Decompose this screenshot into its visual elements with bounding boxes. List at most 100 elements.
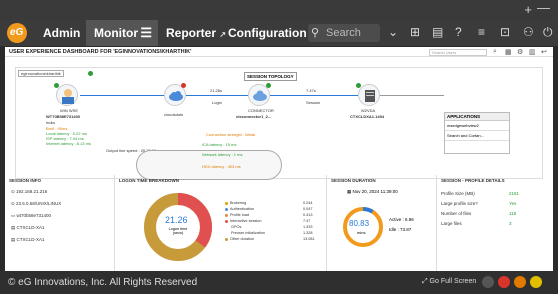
session-info-row: ⊙ 192.168.21.216 bbox=[11, 189, 47, 195]
export-icon[interactable]: ▦ bbox=[505, 48, 512, 56]
session-start: ▦ Nov 20, 2024 11:39:00 bbox=[347, 189, 398, 195]
critical-alert-icon[interactable] bbox=[498, 276, 510, 288]
legend-dot bbox=[225, 207, 228, 211]
global-search-input[interactable]: ⚲ Search bbox=[308, 24, 380, 42]
sitemap-icon[interactable]: ⊞ bbox=[410, 25, 420, 39]
application-item[interactable]: msedgewebview2 bbox=[445, 121, 509, 131]
profile-value: Yes bbox=[509, 201, 517, 206]
grid-icon[interactable]: ⊡ bbox=[500, 25, 510, 39]
chevron-down-icon[interactable]: ⌄ bbox=[388, 25, 398, 39]
session-info-panel: SESSION INFO ⊙ 192.168.21.216 ⊙ 23.5.0.5… bbox=[5, 175, 115, 271]
minor-alert-icon[interactable] bbox=[530, 276, 542, 288]
connector-name[interactable]: ctxconnector1_2... bbox=[236, 114, 271, 119]
vda-node-icon[interactable] bbox=[358, 84, 380, 106]
connection-line bbox=[80, 95, 164, 96]
topology-title: SESSION TOPOLOGY bbox=[244, 72, 297, 81]
legend-label: Brokering bbox=[230, 201, 247, 205]
profile-value: 118 bbox=[509, 211, 517, 216]
menu-icon[interactable]: ☰ bbox=[140, 20, 152, 46]
user-icon[interactable]: ⚇ bbox=[523, 25, 534, 39]
profile-row: Profile Size (MB) 2181 bbox=[441, 191, 533, 196]
session-info-value: 192.168.21.216 bbox=[16, 189, 48, 194]
session-info-value: CTXCLD-XA1 bbox=[16, 225, 45, 230]
profile-details-panel: SESSION - PROFILE DETAILS Profile Size (… bbox=[437, 175, 553, 271]
legend-value: 1.328 bbox=[303, 231, 313, 235]
dashboard-header: USER EXPERIENCE DASHBOARD FOR 'EGINNOVAT… bbox=[5, 47, 553, 57]
session-info-row: ▭ wt70b58e731400 bbox=[11, 213, 51, 219]
legend-value: 0.047 bbox=[303, 207, 313, 211]
fullscreen-label: Go Full Screen bbox=[429, 278, 477, 285]
major-alert-icon[interactable] bbox=[514, 276, 526, 288]
status-ok-icon bbox=[356, 83, 361, 88]
settings-icon[interactable]: ⚙ bbox=[517, 48, 523, 56]
legend-label: Preuser initialization bbox=[231, 231, 265, 235]
idle-duration: Idle : 73.87 bbox=[389, 227, 412, 232]
logout-icon[interactable]: ⏻ bbox=[543, 25, 553, 40]
new-tab-icon[interactable]: + bbox=[524, 2, 532, 17]
profile-label: Large profile size? bbox=[441, 201, 478, 206]
legend-item: Preuser initialization 1.328 bbox=[231, 231, 341, 235]
eg-logo-icon[interactable]: eG bbox=[7, 23, 27, 43]
vda-caption: W2VDA bbox=[361, 108, 376, 113]
network-latency: Network latency : 1 ms bbox=[202, 152, 243, 157]
tab-configuration-label: Configuration bbox=[228, 26, 307, 40]
status-ok-icon bbox=[266, 83, 271, 88]
fullscreen-icon: ⤢ bbox=[422, 278, 430, 285]
filter-icon[interactable]: ⌕ bbox=[493, 48, 497, 56]
tab-admin-label: Admin bbox=[43, 26, 81, 40]
alerts-icon[interactable]: ≡ bbox=[478, 25, 485, 39]
status-critical-icon bbox=[181, 83, 186, 88]
application-name: Search and Cortan... bbox=[447, 133, 484, 138]
legend-label: Interactive session bbox=[230, 219, 262, 223]
tab-configuration[interactable]: Configuration ↗ bbox=[220, 20, 317, 46]
minimize-icon[interactable]: — bbox=[537, 0, 550, 15]
profile-row: Large profile size? Yes bbox=[441, 201, 533, 206]
tab-reporter[interactable]: Reporter ↗ bbox=[158, 20, 226, 46]
layout-icon[interactable]: ▥ bbox=[529, 48, 536, 56]
status-ok-icon bbox=[54, 83, 59, 88]
session-info-title: SESSION INFO bbox=[9, 178, 42, 183]
application-item[interactable]: Search and Cortan... bbox=[445, 131, 509, 141]
user-search-input[interactable]: Search Users bbox=[429, 49, 487, 56]
tab-admin[interactable]: Admin bbox=[35, 20, 88, 46]
legend-value: 1.333 bbox=[303, 225, 313, 229]
legend-label: Profile load bbox=[230, 213, 249, 217]
profile-details-title: SESSION - PROFILE DETAILS bbox=[441, 178, 505, 183]
legend-item: Brokering 0.244 bbox=[225, 201, 335, 205]
back-icon[interactable]: ↩ bbox=[541, 48, 547, 56]
client-name[interactable]: WT70B58E731400 bbox=[46, 114, 80, 119]
active-duration: Active : 6.96 bbox=[389, 217, 414, 222]
session-info-value: wt70b58e731400 bbox=[16, 213, 52, 218]
legend-item: Authentication 0.047 bbox=[225, 207, 335, 211]
dashboard-icon[interactable]: ▤ bbox=[432, 25, 443, 39]
client-caption: WIN WSE bbox=[60, 108, 78, 113]
applications-panel: APPLICATIONS msedgewebview2 Search and C… bbox=[444, 112, 510, 154]
connection-line bbox=[186, 95, 248, 96]
applications-header: APPLICATIONS bbox=[445, 113, 509, 121]
session-info-value: CTXCLD-XA1 bbox=[16, 237, 45, 242]
legend-dot bbox=[225, 213, 228, 217]
copyright-text: © eG Innovations, Inc. All Rights Reserv… bbox=[8, 277, 198, 288]
session-info-row: ▤ CTXCLD-XA1 bbox=[11, 225, 45, 231]
profile-value: 3 bbox=[509, 221, 512, 226]
help-icon[interactable]: ? bbox=[455, 25, 462, 39]
legend-dot bbox=[225, 219, 228, 223]
legend-label: GPOs bbox=[231, 225, 242, 229]
hdx-latency: HDX latency : 403 ms bbox=[202, 164, 241, 169]
power-icon[interactable] bbox=[482, 276, 494, 288]
connection-strength: Connection strength : Weak bbox=[206, 132, 256, 137]
duration-value: 80.83 bbox=[349, 219, 370, 228]
session-time: 7.47s bbox=[306, 88, 316, 93]
fullscreen-button[interactable]: ⤢ Go Full Screen bbox=[422, 278, 476, 286]
tab-reporter-label: Reporter bbox=[166, 26, 217, 40]
logon-time-label: Logon time (secs) bbox=[168, 227, 188, 235]
tab-monitor[interactable]: Monitor ☰ bbox=[86, 20, 158, 46]
legend-label: Authentication bbox=[230, 207, 255, 211]
client-node-icon[interactable] bbox=[56, 84, 78, 106]
vda-name[interactable]: CTXCLDXA1.1494 bbox=[350, 114, 384, 119]
profile-value: 2181 bbox=[509, 191, 520, 196]
window-chrome: + — bbox=[0, 0, 558, 20]
login-time: 21.26s bbox=[210, 88, 223, 93]
session-topology: SESSION TOPOLOGY eginnovations\kharthik … bbox=[15, 67, 543, 180]
legend-value: 0.244 bbox=[303, 201, 313, 205]
